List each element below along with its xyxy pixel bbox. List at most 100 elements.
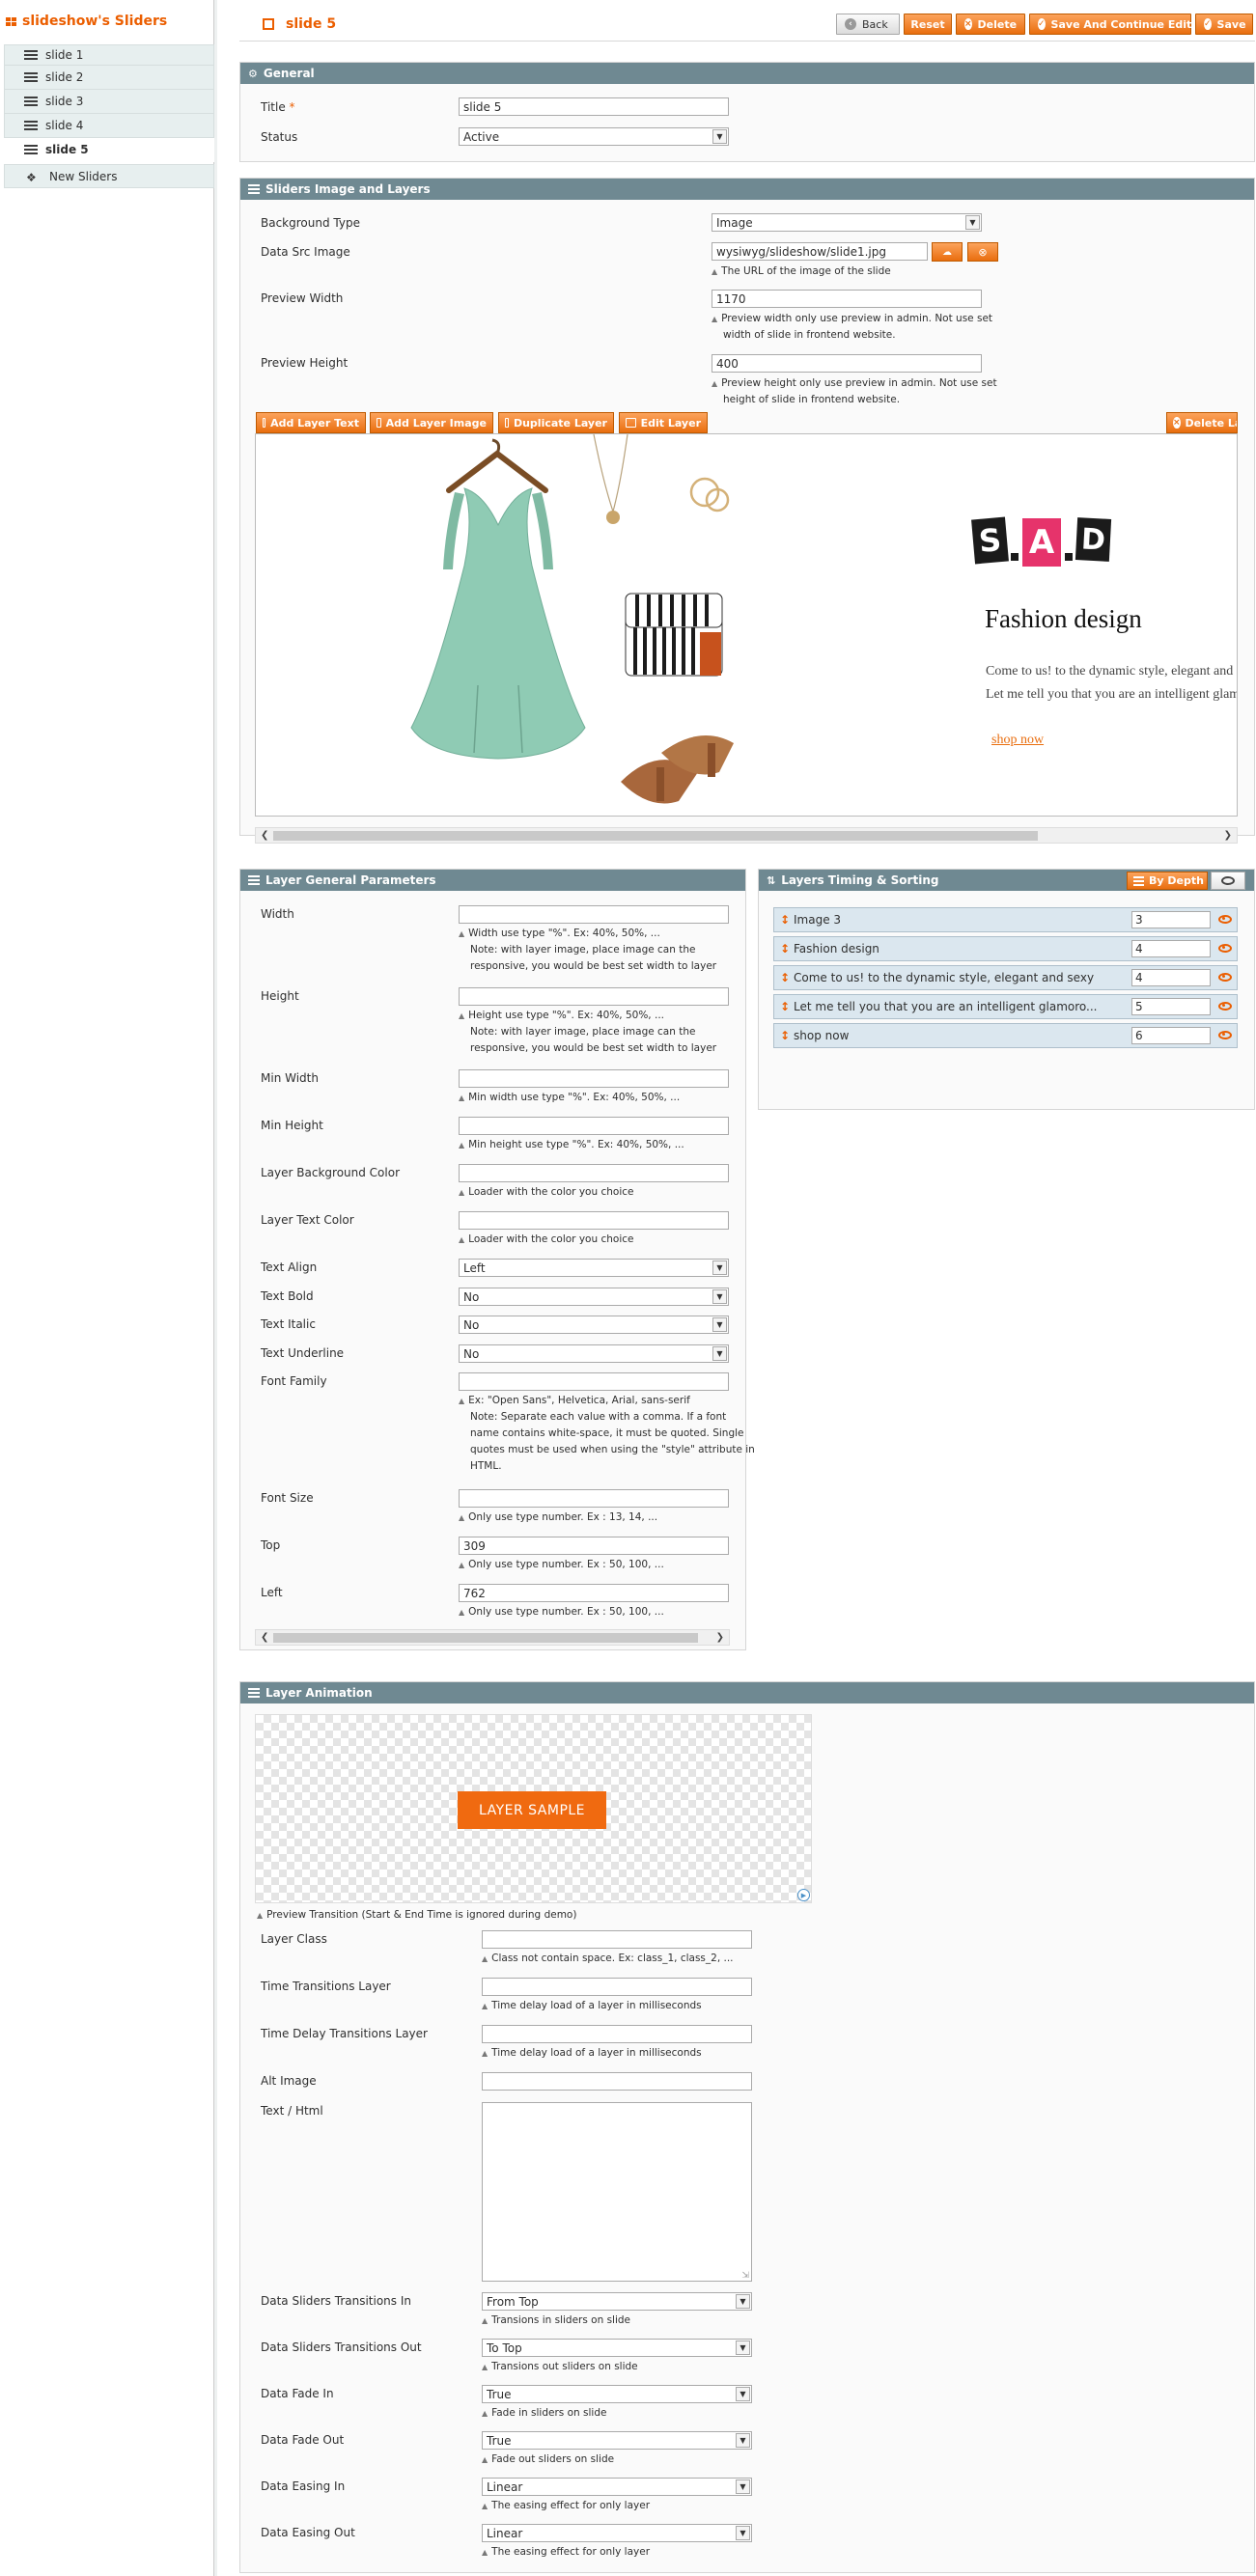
font-size-input[interactable] — [459, 1489, 729, 1508]
animation-preview: LAYER SAMPLE — [255, 1714, 812, 1903]
min-height-input[interactable] — [459, 1117, 729, 1135]
min-height-note: ▲ Min height use type "%". Ex: 40%, 50%, … — [459, 1139, 684, 1150]
transitions-in-select[interactable]: From Top ▼ — [482, 2292, 752, 2311]
layer-row[interactable]: ↕ Image 33 — [773, 907, 1238, 932]
fade-in-select[interactable]: True ▼ — [482, 2385, 752, 2403]
sidebar-divider — [213, 0, 217, 2576]
eye-icon[interactable] — [1218, 1002, 1232, 1011]
duplicate-layer-button[interactable]: Duplicate Layer — [498, 412, 614, 433]
layer-depth-input[interactable]: 6 — [1131, 1027, 1211, 1044]
preview-width-input[interactable]: 1170 — [712, 290, 982, 308]
chevron-down-icon: ▼ — [712, 129, 727, 144]
drag-handle-icon[interactable]: ↕ — [780, 942, 790, 956]
reset-button[interactable]: Reset — [904, 14, 952, 35]
scroll-left-icon[interactable]: ❮ — [261, 1630, 268, 1645]
by-depth-button[interactable]: By Depth — [1127, 872, 1208, 890]
alt-image-input[interactable] — [482, 2072, 752, 2091]
add-layer-text-button[interactable]: Add Layer Text — [256, 412, 366, 433]
delete-layer-button[interactable]: × Delete La — [1166, 412, 1238, 433]
layer-row[interactable]: ↕ Let me tell you that you are an intelli… — [773, 994, 1238, 1019]
text-color-label: Layer Text Color — [261, 1213, 354, 1227]
scroll-right-icon[interactable]: ❯ — [1224, 828, 1232, 843]
save-continue-button[interactable]: ✓ Save And Continue Edit — [1029, 14, 1191, 35]
easing-out-select[interactable]: Linear ▼ — [482, 2524, 752, 2542]
status-select[interactable]: Active ▼ — [459, 127, 729, 146]
min-width-input[interactable] — [459, 1069, 729, 1088]
layer-row[interactable]: ↕ Fashion design 4 — [773, 936, 1238, 961]
list-icon — [24, 72, 38, 82]
save-button[interactable]: ✓ Save — [1195, 14, 1253, 35]
text-color-input[interactable] — [459, 1211, 729, 1230]
layer-depth-input[interactable]: 4 — [1131, 940, 1211, 957]
preview-headline[interactable]: Fashion design — [985, 604, 1142, 634]
delete-icon: × — [1173, 417, 1181, 429]
layer-depth-input[interactable]: 5 — [1131, 998, 1211, 1015]
sidebar-item-slide-1[interactable]: slide 1 — [4, 44, 214, 66]
bg-color-input[interactable] — [459, 1164, 729, 1182]
sidebar-item-slide-2[interactable]: slide 2 — [4, 66, 214, 90]
preview-height-input[interactable]: 400 — [712, 354, 982, 373]
layer-row[interactable]: ↕ shop now 6 — [773, 1023, 1238, 1048]
text-italic-select[interactable]: No ▼ — [459, 1316, 729, 1334]
title-input[interactable]: slide 5 — [459, 97, 729, 116]
scroll-left-icon[interactable]: ❮ — [261, 828, 268, 843]
clear-image-button[interactable]: ⊗ — [967, 242, 998, 262]
drag-handle-icon[interactable]: ↕ — [780, 1029, 790, 1042]
time-delay-input[interactable] — [482, 2025, 752, 2043]
chevron-down-icon: ▼ — [736, 2294, 750, 2309]
eye-icon — [1221, 876, 1235, 885]
delete-button[interactable]: × Delete — [956, 14, 1025, 35]
left-input[interactable]: 762 — [459, 1584, 729, 1602]
text-underline-select[interactable]: No ▼ — [459, 1344, 729, 1363]
easing-in-select[interactable]: Linear ▼ — [482, 2478, 752, 2496]
src-image-input[interactable]: wysiwyg/slideshow/slide1.jpg — [712, 242, 928, 261]
transitions-out-select[interactable]: To Top ▼ — [482, 2339, 752, 2357]
slide-preview[interactable]: S A D Fashion design Come to us! to the … — [255, 433, 1238, 817]
width-input[interactable] — [459, 905, 729, 924]
close-icon: ⊗ — [978, 245, 988, 259]
eye-icon[interactable] — [1218, 1031, 1232, 1039]
sidebar: slideshow's Sliders — [0, 0, 217, 2576]
height-input[interactable] — [459, 987, 729, 1006]
sidebar-item-slide-4[interactable]: slide 4 — [4, 114, 214, 138]
drag-handle-icon[interactable]: ↕ — [780, 1000, 790, 1013]
text-html-textarea[interactable]: ⇲ — [482, 2102, 752, 2282]
play-preview-icon[interactable]: ▶ — [797, 1889, 810, 1901]
top-input[interactable]: 309 — [459, 1537, 729, 1555]
fade-out-select[interactable]: True ▼ — [482, 2431, 752, 2450]
preview-width-label: Preview Width — [261, 291, 344, 305]
preview-line-2[interactable]: Let me tell you that you are an intellig… — [986, 687, 1237, 703]
preview-scrollbar[interactable]: ❮ ❯ — [255, 827, 1238, 844]
chevron-down-icon: ▼ — [965, 215, 980, 230]
scrollbar-thumb[interactable] — [273, 831, 1038, 841]
resize-handle-icon[interactable]: ⇲ — [741, 2271, 749, 2281]
font-family-input[interactable] — [459, 1372, 729, 1391]
sidebar-item-new-sliders[interactable]: ❖ New Sliders — [4, 164, 214, 188]
time-transitions-input[interactable] — [482, 1978, 752, 1996]
sidebar-item-slide-5[interactable]: slide 5 — [4, 138, 214, 162]
preview-line-1[interactable]: Come to us! to the dynamic style, elegan… — [986, 664, 1233, 679]
sidebar-item-slide-3[interactable]: slide 3 — [4, 90, 214, 114]
text-bold-select[interactable]: No ▼ — [459, 1288, 729, 1306]
params-scrollbar[interactable]: ❮ ❯ — [255, 1629, 730, 1646]
layer-depth-input[interactable]: 3 — [1131, 911, 1211, 928]
drag-handle-icon[interactable]: ↕ — [780, 913, 790, 927]
drag-handle-icon[interactable]: ↕ — [780, 971, 790, 984]
back-button[interactable]: ‹ Back — [836, 14, 900, 35]
layer-class-input[interactable] — [482, 1930, 752, 1949]
layer-row[interactable]: ↕ Come to us! to the dynamic style, elega… — [773, 965, 1238, 990]
eye-icon[interactable] — [1218, 944, 1232, 953]
scrollbar-thumb[interactable] — [273, 1633, 698, 1643]
eye-icon[interactable] — [1218, 973, 1232, 982]
edit-layer-button[interactable]: Edit Layer — [619, 412, 708, 433]
bg-type-select[interactable]: Image ▼ — [712, 213, 982, 232]
toggle-visibility-button[interactable] — [1211, 872, 1245, 890]
chevron-down-icon: ▼ — [712, 1260, 727, 1275]
scroll-right-icon[interactable]: ❯ — [716, 1630, 724, 1645]
upload-image-button[interactable]: ☁ — [932, 242, 963, 262]
preview-shop-link[interactable]: shop now — [991, 733, 1044, 748]
text-align-select[interactable]: Left ▼ — [459, 1259, 729, 1277]
layer-depth-input[interactable]: 4 — [1131, 969, 1211, 986]
eye-icon[interactable] — [1218, 915, 1232, 924]
add-layer-image-button[interactable]: Add Layer Image — [370, 412, 493, 433]
